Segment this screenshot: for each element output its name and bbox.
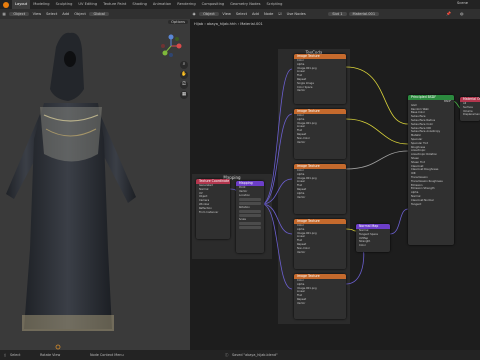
viewport-editor-type-icon[interactable]: ▦ bbox=[0, 12, 8, 16]
workspace-tabbar: Layout Modeling Sculpting UV Editing Tex… bbox=[0, 0, 480, 9]
image-texture-node[interactable]: Image Texture Color Alpha Image.001.png … bbox=[294, 54, 346, 104]
socket-vector: Vector bbox=[297, 140, 306, 144]
node-add-menu[interactable]: Add bbox=[249, 12, 261, 16]
status-context-menu: Node Context Menu bbox=[90, 353, 124, 357]
tab-uv-editing[interactable]: UV Editing bbox=[75, 0, 100, 9]
socket-displacement: Displacement bbox=[463, 113, 480, 117]
tab-animation[interactable]: Animation bbox=[150, 0, 174, 9]
rotation-field[interactable] bbox=[239, 213, 261, 217]
add-menu[interactable]: Add bbox=[60, 12, 72, 16]
scale-field[interactable] bbox=[239, 221, 261, 226]
shader-node-editor[interactable]: Hijab › abaya_hijab.hhh › Material.001 T… bbox=[190, 19, 480, 350]
texture-coordinate-node[interactable]: Texture Coordinate Generated Normal UV O… bbox=[196, 179, 230, 239]
view-menu[interactable]: View bbox=[30, 12, 44, 16]
image-texture-node[interactable]: Image Texture Color Alpha Image.001.png … bbox=[294, 109, 346, 159]
shader-type-dropdown[interactable]: Object bbox=[199, 12, 219, 16]
location-field[interactable] bbox=[239, 197, 261, 202]
transform-orientation-dropdown[interactable]: Global bbox=[89, 12, 109, 16]
tab-scripting[interactable]: Scripting bbox=[263, 0, 285, 9]
saved-info-icon: ⓘ bbox=[225, 353, 229, 357]
node-header-icons: 📌 ◍ bbox=[440, 9, 480, 19]
status-bar: 🖱 Select Rotate View Node Context Menu ⓘ… bbox=[0, 350, 480, 360]
overlay-icon[interactable]: ◍ bbox=[460, 11, 464, 16]
blender-logo-icon[interactable] bbox=[3, 1, 9, 8]
object-menu[interactable]: Object bbox=[72, 12, 89, 16]
socket-scale: Scale bbox=[239, 217, 246, 221]
use-nodes-label: Use Nodes bbox=[286, 12, 306, 16]
tab-sculpting[interactable]: Sculpting bbox=[53, 0, 76, 9]
node-select-menu[interactable]: Select bbox=[233, 12, 249, 16]
pin-icon[interactable]: 📌 bbox=[446, 11, 451, 16]
status-select: Select bbox=[10, 353, 21, 357]
material-selector[interactable]: Material.001 bbox=[348, 12, 380, 16]
tab-shading[interactable]: Shading bbox=[129, 0, 150, 9]
socket-vector: Vector bbox=[297, 250, 306, 254]
socket-tangent: Tangent bbox=[411, 202, 422, 206]
viewport-header: ▦ Object View Select Add Object Global bbox=[0, 9, 190, 19]
node-view-menu[interactable]: View bbox=[220, 12, 234, 16]
socket-rotation: Rotation bbox=[239, 205, 250, 209]
use-nodes-checkbox[interactable]: ☑ bbox=[276, 12, 284, 16]
socket-vector: Vector bbox=[297, 301, 306, 305]
rotation-field[interactable] bbox=[239, 209, 261, 214]
socket-vector: Vector bbox=[297, 89, 306, 93]
socket-location: Location bbox=[239, 193, 250, 197]
3d-viewport[interactable]: Options ⌕ ✋ ⎚ ▦ bbox=[0, 19, 190, 350]
image-texture-node[interactable]: Image Texture Color Alpha Image.001.png … bbox=[294, 219, 346, 269]
node-editor-header: ◉ Object View Select Add Node ☑ Use Node… bbox=[190, 9, 440, 19]
from-instancer-checkbox[interactable]: From Instancer bbox=[196, 211, 230, 215]
tab-geometry-nodes[interactable]: Geometry Nodes bbox=[227, 0, 263, 9]
normal-map-node[interactable]: Normal Map Normal Tangent Space UVMap St… bbox=[356, 224, 390, 252]
scene-selector[interactable]: Scene bbox=[457, 1, 468, 5]
mouse-left-icon: 🖱 bbox=[4, 353, 7, 357]
socket-vector: Vector bbox=[297, 195, 306, 199]
tab-rendering[interactable]: Rendering bbox=[174, 0, 198, 9]
node-menu[interactable]: Node bbox=[261, 12, 275, 16]
image-texture-node[interactable]: Image Texture Color Alpha Image.001.png … bbox=[294, 164, 346, 214]
image-texture-node[interactable]: Image Texture Color Alpha Image.001.png … bbox=[294, 274, 346, 319]
tab-modeling[interactable]: Modeling bbox=[30, 0, 52, 9]
tab-layout[interactable]: Layout bbox=[12, 0, 31, 9]
principled-bsdf-node[interactable]: Principled BSDF BSDF GGX Random Walk Bas… bbox=[408, 95, 454, 245]
abaya-hijab-model[interactable] bbox=[0, 19, 190, 350]
tab-texture-paint[interactable]: Texture Paint bbox=[100, 0, 129, 9]
slot-dropdown[interactable]: Slot 1 bbox=[328, 12, 347, 16]
material-output-node[interactable]: Material Output All Surface Volume Displ… bbox=[460, 97, 480, 121]
scale-field[interactable] bbox=[239, 225, 261, 229]
socket-color: Color bbox=[359, 244, 366, 248]
object-mode-dropdown[interactable]: Object bbox=[9, 12, 30, 16]
status-saved-message: Saved "abaya_hijab.blend" bbox=[232, 353, 278, 357]
status-rotate-view: Rotate View bbox=[40, 353, 61, 357]
select-menu[interactable]: Select bbox=[44, 12, 60, 16]
location-field[interactable] bbox=[239, 201, 261, 205]
tab-compositing[interactable]: Compositing bbox=[199, 0, 228, 9]
node-editor-type-icon[interactable]: ◉ bbox=[190, 12, 198, 16]
mapping-node[interactable]: Mapping Point Vector Location Rotation S… bbox=[236, 181, 264, 253]
